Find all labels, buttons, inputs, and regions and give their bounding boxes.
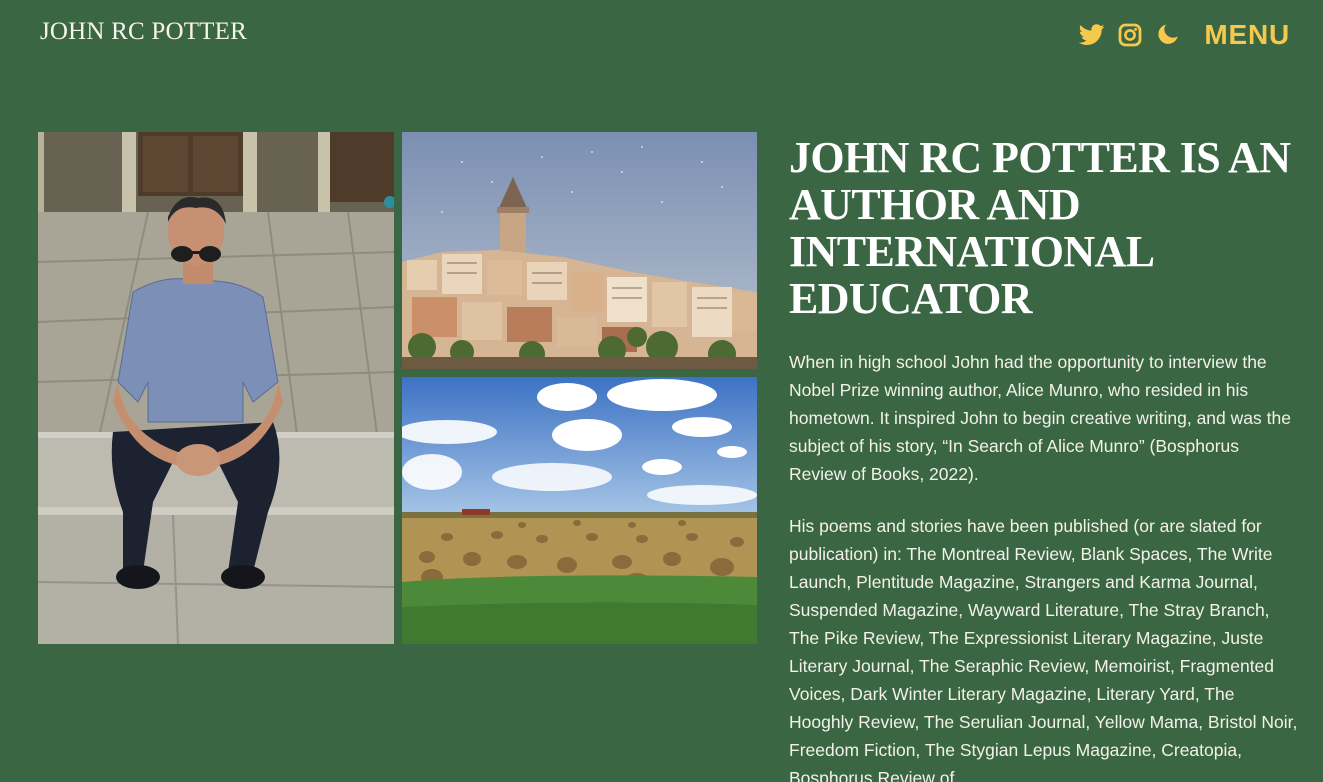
intro-section: JOHN RC POTTER IS AN AUTHOR AND INTERNAT… [789,134,1299,782]
hay-field-photo [402,377,757,644]
menu-button[interactable]: MENU [1204,19,1290,51]
author-portrait-photo [38,132,394,644]
page-headline: JOHN RC POTTER IS AN AUTHOR AND INTERNAT… [789,133,1291,323]
intro-paragraph: When in high school John had the opportu… [789,352,1291,484]
header-nav: MENU [1078,18,1290,52]
instagram-icon[interactable] [1116,21,1144,49]
galata-tower-city-photo [402,132,757,369]
site-title[interactable]: JOHN RC POTTER [40,18,247,46]
twitter-icon[interactable] [1078,21,1106,49]
publications-paragraph: His poems and stories have been publishe… [789,516,1298,782]
moon-icon[interactable] [1154,21,1182,49]
